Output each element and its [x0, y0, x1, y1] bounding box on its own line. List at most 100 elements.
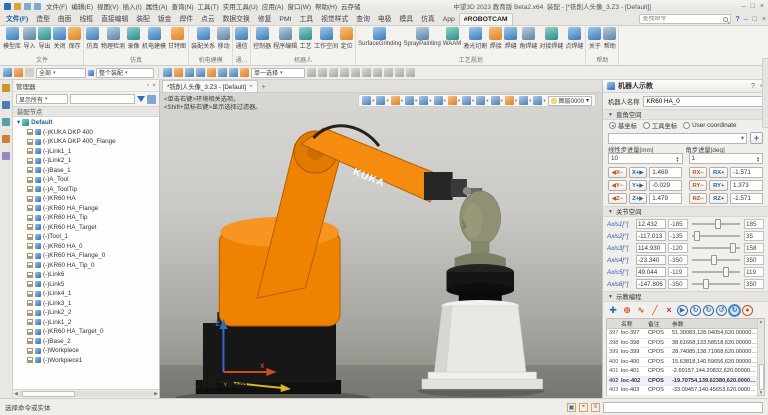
visibility-toggle-icon[interactable]	[27, 300, 33, 306]
tree-node[interactable]: (-)A_ToolTip	[13, 185, 159, 195]
visibility-toggle-icon[interactable]	[27, 348, 33, 354]
ribbon-button[interactable]: 关于	[588, 27, 601, 50]
funnel-filter-icon[interactable]	[137, 96, 145, 102]
axis-value-input[interactable]: 49.044	[636, 267, 666, 277]
tree-node[interactable]: (-)KR60 HA_Flange_0	[13, 251, 159, 261]
tree-node[interactable]: (-)KR60 HA_Target	[13, 223, 159, 233]
tree-node[interactable]: (-)KUKA DKP 400_Flange	[13, 137, 159, 147]
ribbon-button[interactable]: 关闭	[53, 27, 66, 50]
ribbon-tab[interactable]: #ROBOTCAM	[459, 13, 513, 25]
navigator-search-input[interactable]	[70, 94, 135, 104]
table-row[interactable]: 402loc-402CPOS-19.70754,139.62380,620.00…	[607, 377, 757, 387]
save-icon[interactable]	[14, 3, 21, 10]
ribbon-button[interactable]: 工作空间	[314, 27, 338, 50]
ribbon-tab[interactable]: 查询	[352, 11, 374, 25]
ribbon-button[interactable]: 机电建模	[142, 27, 166, 50]
linear-step-spinner[interactable]: 10▲▼	[608, 153, 683, 164]
rot-plus-button[interactable]: RY+	[709, 180, 728, 191]
undo-icon[interactable]	[24, 3, 31, 10]
visibility-toggle-icon[interactable]	[27, 177, 33, 183]
draw-tool-icon-5[interactable]	[362, 68, 371, 77]
manager-tab-layer-icon[interactable]	[2, 118, 10, 126]
quickbar-icon-4[interactable]	[207, 68, 216, 77]
jog-plus-button[interactable]: X+▶	[629, 167, 648, 178]
ribbon-button[interactable]: 装配关系	[191, 27, 215, 50]
ribbon-button[interactable]: 程序编辑	[273, 27, 297, 50]
tree-node[interactable]: (-)Tool_1	[13, 232, 159, 242]
ribbon-button[interactable]: 焊接	[489, 27, 502, 50]
radio-User coordinate[interactable]: User coordinate	[683, 122, 736, 129]
refresh-icon[interactable]	[147, 95, 156, 104]
menu-帮助(H)[interactable]: 帮助(H)	[313, 1, 339, 11]
rot-minus-button[interactable]: RX−	[689, 167, 708, 178]
search-input[interactable]	[642, 16, 723, 22]
tree-node[interactable]: (-)Link6	[13, 270, 159, 280]
background-icon[interactable]: ▾	[533, 96, 545, 105]
draw-tool-icon-7[interactable]	[384, 68, 393, 77]
maximize-button[interactable]: □	[751, 3, 755, 10]
visibility-toggle-icon[interactable]	[27, 291, 33, 297]
tree-node[interactable]: (-)KR60 HA_Target_0	[13, 327, 159, 337]
robot-wrist[interactable]	[424, 172, 453, 200]
menu-插入(I)[interactable]: 插入(I)	[121, 1, 144, 11]
radio-基坐标[interactable]: 基坐标	[609, 121, 637, 130]
axis-value-input[interactable]: 12.432	[636, 219, 666, 229]
section-teach[interactable]: ▼示教编程	[603, 291, 768, 302]
menu-实用工具(U)[interactable]: 实用工具(U)	[221, 1, 260, 11]
visual-effect-icon[interactable]: ▾	[476, 96, 488, 105]
stop-icon[interactable]: ●	[742, 305, 753, 316]
tree-node[interactable]: (-)A_Tool	[13, 175, 159, 185]
draw-tool-icon-2[interactable]	[329, 68, 338, 77]
menu-工具(T)[interactable]: 工具(T)	[196, 1, 221, 11]
collapsed-panel-handle[interactable]	[762, 58, 768, 128]
visibility-toggle-icon[interactable]	[27, 205, 33, 211]
table-row[interactable]: 398loc-398CPOS38.61668,133.58518,620.000…	[607, 339, 757, 349]
scroll-down-icon[interactable]: ▼	[759, 390, 763, 395]
menu-属性(A)[interactable]: 属性(A)	[144, 1, 170, 11]
table-row[interactable]: 399loc-399CPOS28.74085,138.71068,620.000…	[607, 348, 757, 358]
path-line-icon[interactable]: ╱	[649, 304, 661, 316]
ribbon-button[interactable]: 录像	[127, 27, 140, 50]
filter-icon[interactable]	[14, 68, 23, 77]
draw-tool-icon-4[interactable]	[351, 68, 360, 77]
ribbon-tab[interactable]: 焊件	[175, 11, 197, 25]
ribbon-button[interactable]: 甘特图	[168, 27, 186, 50]
ribbon-tab[interactable]: 曲面	[54, 11, 76, 25]
axis-slider[interactable]	[692, 223, 740, 225]
quickbar-icon-5[interactable]	[218, 68, 227, 77]
ribbon-tab[interactable]: PMI	[275, 14, 295, 25]
minimize-button[interactable]: –	[742, 3, 746, 10]
jog-plus-button[interactable]: Y+▶	[629, 180, 648, 191]
ribbon-tab[interactable]: 装配	[132, 11, 154, 25]
view-orientation-icon[interactable]: ▾	[376, 96, 388, 105]
pick-icon[interactable]	[25, 68, 34, 77]
ribbon-button[interactable]: 导出	[38, 27, 51, 50]
ribbon-tab[interactable]: 造型	[32, 11, 54, 25]
visibility-toggle-icon[interactable]	[27, 224, 33, 230]
loop-forward-icon[interactable]: ↻	[690, 305, 701, 316]
axis-slider[interactable]	[692, 247, 740, 249]
table-scrollbar[interactable]: ▲ ▼	[757, 319, 764, 395]
draw-tool-icon-9[interactable]	[406, 68, 415, 77]
visibility-toggle-icon[interactable]	[27, 148, 33, 154]
tree-node[interactable]: (-)Link1_2	[13, 318, 159, 328]
axis-slider[interactable]	[692, 259, 740, 261]
visibility-toggle-icon[interactable]	[27, 129, 33, 135]
draw-tool-icon-1[interactable]	[318, 68, 327, 77]
draw-tool-icon-3[interactable]	[340, 68, 349, 77]
ribbon-tab[interactable]: 工具	[296, 11, 318, 25]
ribbon-tab[interactable]: 直接编辑	[97, 11, 132, 25]
menu-云存储[interactable]: 云存储	[339, 1, 363, 11]
manager-tab-assembly-icon[interactable]	[2, 101, 10, 109]
ribbon-tab[interactable]: 点云	[197, 11, 219, 25]
section-joint[interactable]: ▼关节空间	[603, 206, 768, 217]
ribbon-button[interactable]: 物理检测	[101, 27, 125, 50]
jog-plus-button[interactable]: Z+▶	[629, 193, 648, 204]
table-row[interactable]: 400loc-400CPOS15.63818,140.59656,620.000…	[607, 358, 757, 368]
visibility-toggle-icon[interactable]	[27, 272, 33, 278]
visibility-toggle-icon[interactable]	[27, 262, 33, 268]
table-row[interactable]: 403loc-403CPOS-33.09457,140.45653,620.00…	[607, 386, 757, 396]
ribbon-button[interactable]: 激光切割	[463, 27, 487, 50]
draw-tool-icon-0[interactable]	[307, 68, 316, 77]
rot-minus-button[interactable]: RY−	[689, 180, 708, 191]
